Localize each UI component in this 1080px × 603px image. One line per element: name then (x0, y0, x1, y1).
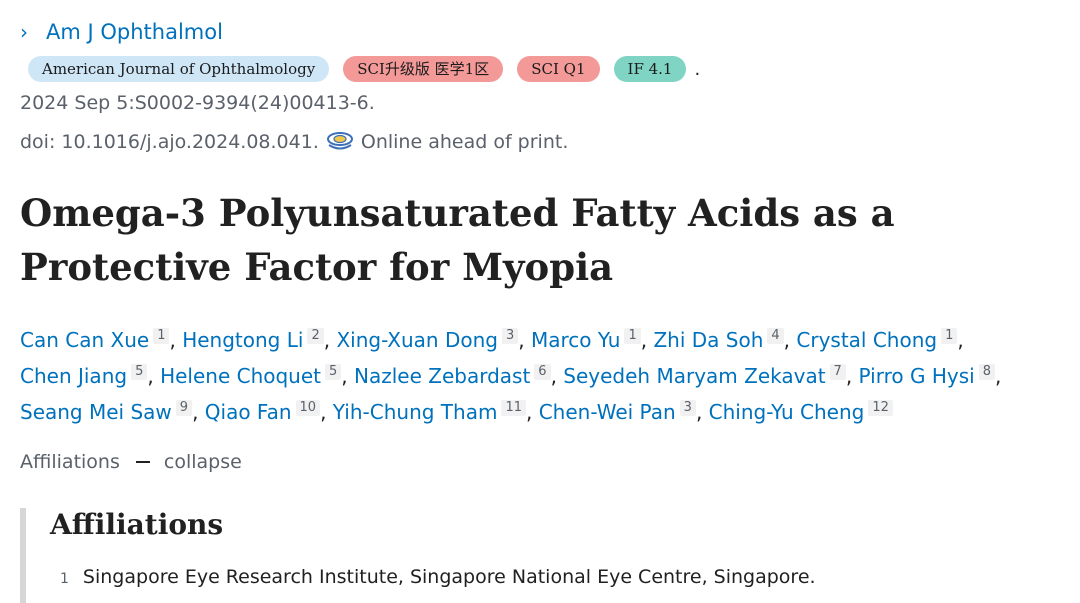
author-entry: Hengtong Li 2, (182, 328, 337, 352)
affiliation-ref[interactable]: 3 (501, 328, 519, 345)
author-entry: Yih-Chung Tham 11, (332, 400, 539, 424)
author-entry: Helene Choquet 5, (160, 364, 354, 388)
author-link[interactable]: Nazlee Zebardast (354, 364, 530, 388)
affiliation-number: 1 (60, 571, 69, 587)
affiliation-ref[interactable]: 1 (153, 328, 170, 345)
affiliation-ref[interactable]: 3 (679, 400, 696, 417)
affiliation-item: 1 Singapore Eye Research Institute, Sing… (60, 566, 816, 588)
collapse-link[interactable]: collapse (164, 451, 242, 473)
author-entry: Seang Mei Saw 9, (20, 400, 205, 424)
author-link[interactable]: Qiao Fan (205, 400, 292, 424)
author-entry: Marco Yu 1, (530, 328, 654, 352)
author-link[interactable]: Ching-Yu Cheng (709, 400, 865, 424)
author-link[interactable]: Marco Yu (531, 328, 620, 352)
affiliation-ref[interactable]: 5 (325, 364, 342, 381)
affiliation-ref[interactable]: 1 (624, 328, 641, 345)
journal-link-row[interactable]: › Am J Ophthalmol (20, 20, 223, 44)
author-entry: Pirro G Hysi 8, (858, 364, 1002, 388)
affiliations-heading: Affiliations (50, 508, 224, 541)
affiliations-panel: Affiliations 1 Singapore Eye Research In… (20, 508, 1080, 603)
author-link[interactable]: Can Can Xue (20, 328, 149, 352)
author-link[interactable]: Xing-Xuan Dong (336, 328, 498, 352)
publication-status: Online ahead of print. (360, 131, 569, 153)
author-entry: Zhi Da Soh 4, (653, 328, 797, 352)
affiliation-ref[interactable]: 4 (767, 328, 784, 345)
author-link[interactable]: Chen-Wei Pan (539, 400, 676, 424)
affiliation-ref[interactable]: 8 (978, 364, 995, 381)
author-entry: Ching-Yu Cheng 12 (709, 400, 893, 424)
author-list: Can Can Xue 1, Hengtong Li 2, Xing-Xuan Do… (20, 322, 1070, 430)
author-link[interactable]: Crystal Chong (796, 328, 937, 352)
author-entry: Chen Jiang 5, (20, 364, 161, 388)
affiliation-ref[interactable]: 12 (868, 400, 893, 417)
author-link[interactable]: Zhi Da Soh (653, 328, 763, 352)
author-link[interactable]: Pirro G Hysi (859, 364, 975, 388)
sci-quartile-badge[interactable]: SCI Q1 (517, 56, 600, 82)
journal-short-name-link[interactable]: Am J Ophthalmol (46, 20, 223, 44)
citation-doi-line: doi: 10.1016/j.ajo.2024.08.041. Online a… (20, 130, 568, 154)
affiliation-ref[interactable]: 1 (941, 328, 958, 345)
affiliation-ref[interactable]: 9 (175, 400, 193, 417)
author-entry: Crystal Chong 1, (796, 328, 964, 352)
affiliations-toggle-label: Affiliations (20, 451, 120, 473)
affiliations-toggle[interactable]: Affiliations collapse (20, 451, 242, 473)
journal-full-name-badge[interactable]: American Journal of Ophthalmology (28, 56, 330, 82)
doi-text[interactable]: doi: 10.1016/j.ajo.2024.08.041. (20, 131, 319, 153)
open-access-icon (325, 130, 355, 154)
affiliation-ref[interactable]: 11 (501, 400, 526, 417)
author-link[interactable]: Helene Choquet (160, 364, 321, 388)
author-entry: Can Can Xue 1, (20, 328, 183, 352)
chevron-right-icon: › (20, 20, 28, 44)
author-entry: Qiao Fan 10, (204, 400, 333, 424)
author-link[interactable]: Chen Jiang (20, 364, 127, 388)
author-entry: Chen-Wei Pan 3, (538, 400, 709, 424)
affiliation-ref[interactable]: 6 (534, 364, 551, 381)
author-link[interactable]: Seang Mei Saw (20, 400, 172, 424)
article-title: Omega-3 Polyunsaturated Fatty Acids as a… (20, 191, 895, 289)
journal-badges: American Journal of Ophthalmology SCI升级版… (28, 56, 700, 82)
affiliation-ref[interactable]: 2 (307, 328, 324, 345)
affiliation-ref[interactable]: 10 (295, 400, 321, 417)
badge-trailing-dot: . (694, 58, 701, 80)
sci-upgrade-badge[interactable]: SCI升级版 医学1区 (343, 56, 504, 82)
author-entry: Nazlee Zebardast 6, (354, 364, 564, 388)
author-entry: Seyedeh Maryam Zekavat 7, (563, 364, 859, 388)
minus-icon (135, 461, 150, 463)
citation-date-line: 2024 Sep 5:S0002-9394(24)00413-6. (20, 92, 375, 114)
affiliation-text: Singapore Eye Research Institute, Singap… (82, 566, 816, 588)
author-link[interactable]: Seyedeh Maryam Zekavat (563, 364, 825, 388)
author-link[interactable]: Yih-Chung Tham (333, 400, 498, 424)
author-entry: Xing-Xuan Dong 3, (336, 328, 531, 352)
affiliation-ref[interactable]: 7 (829, 364, 846, 381)
affiliation-ref[interactable]: 5 (131, 364, 148, 381)
author-link[interactable]: Hengtong Li (182, 328, 303, 352)
impact-factor-badge[interactable]: IF 4.1 (613, 56, 687, 82)
